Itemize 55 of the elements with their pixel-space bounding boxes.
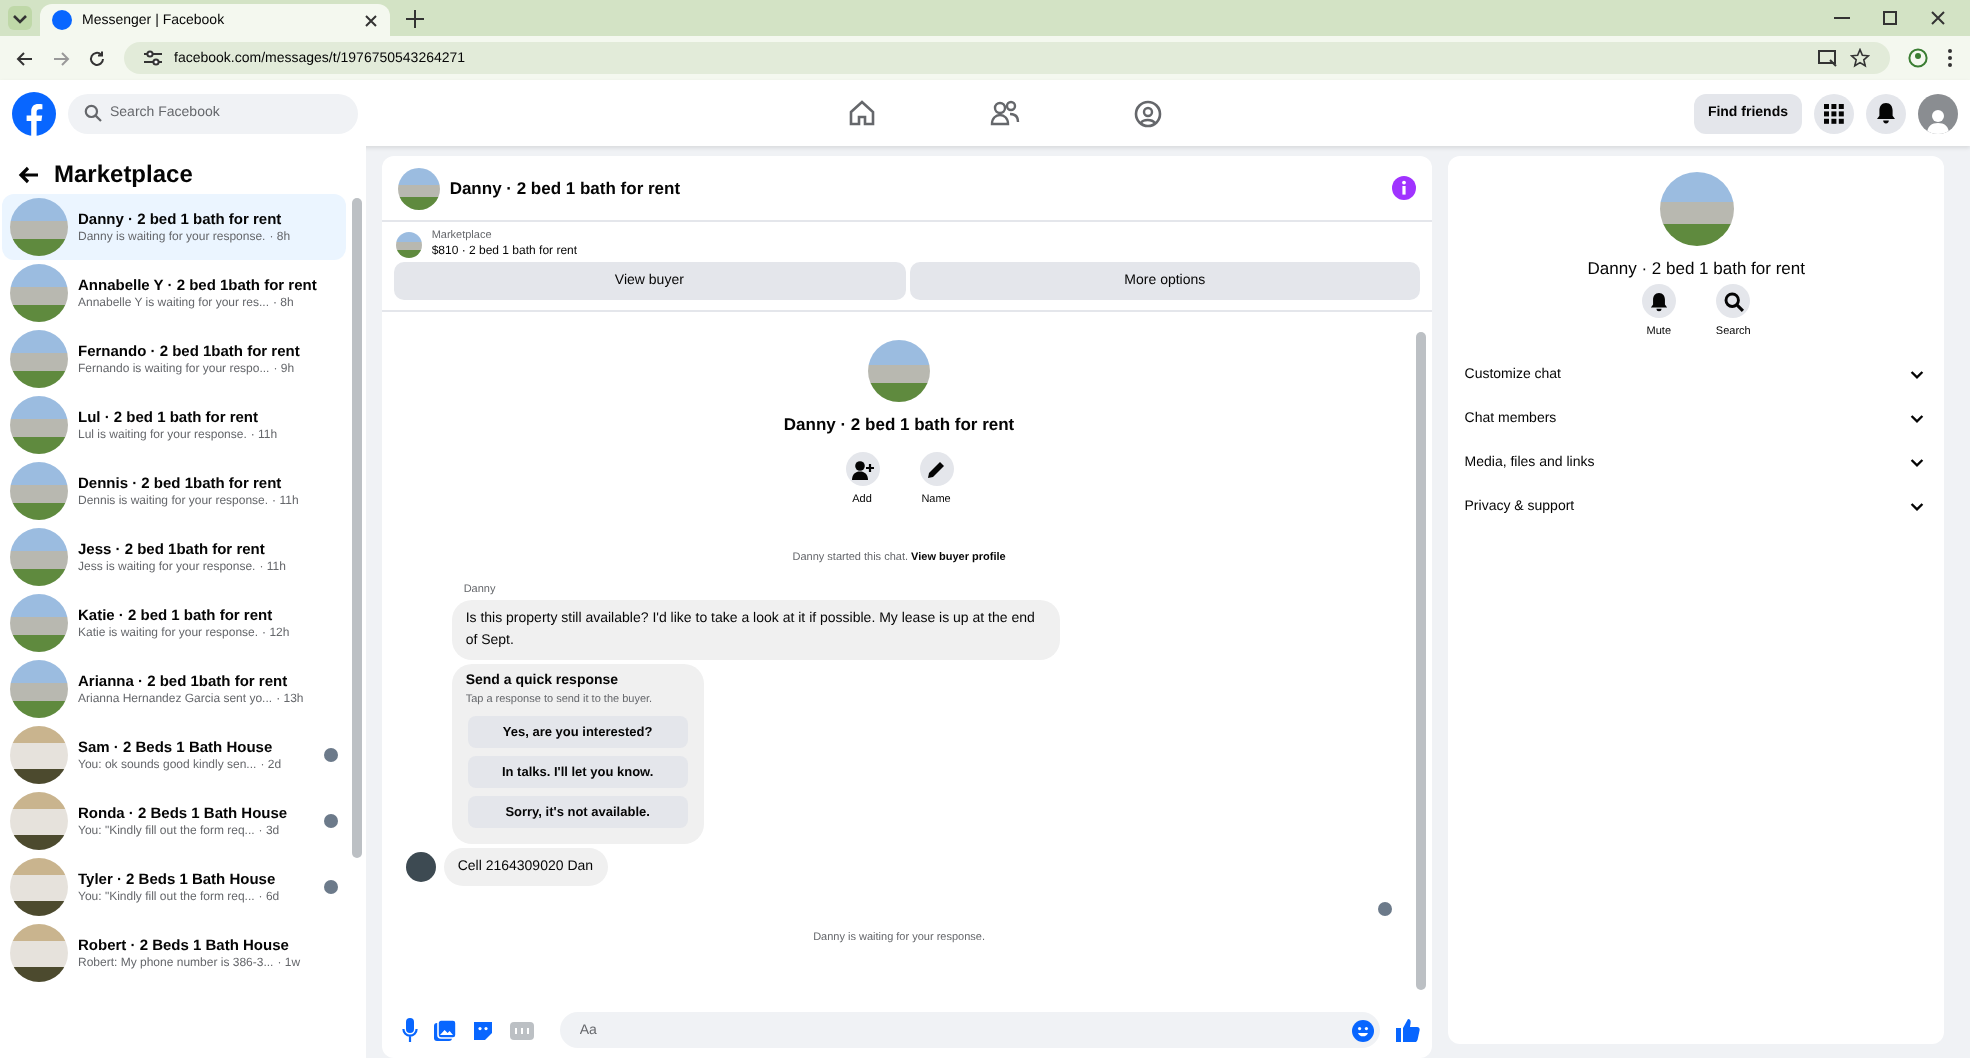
sticker-icon[interactable]: [471, 1019, 494, 1041]
notifications-icon[interactable]: [1641, 284, 1676, 318]
microphone-icon[interactable]: [401, 1018, 418, 1042]
house-photo-placeholder: [868, 340, 931, 402]
house-photo-placeholder: [10, 924, 68, 982]
house-photo-placeholder: [10, 528, 68, 586]
friends-icon[interactable]: [990, 99, 1021, 125]
house-photo-placeholder: [10, 726, 68, 784]
thumbs-up-icon[interactable]: [1396, 1018, 1421, 1042]
house-photo-placeholder: [10, 264, 68, 322]
emoji-icon[interactable]: [1352, 1019, 1375, 1041]
groups-icon[interactable]: [1134, 99, 1163, 127]
chevron-down-icon: [1910, 501, 1924, 511]
house-photo-placeholder: [10, 594, 68, 652]
house-photo-placeholder: [10, 792, 68, 850]
star-icon[interactable]: [1850, 48, 1870, 68]
house-photo-placeholder: [10, 462, 68, 520]
seen-avatar-icon: [1378, 902, 1393, 916]
house-photo-placeholder: [10, 396, 68, 454]
search-icon: [84, 104, 102, 122]
menu-icon[interactable]: [1814, 93, 1854, 133]
forward-icon[interactable]: [52, 49, 70, 67]
house-photo-placeholder: [10, 330, 68, 388]
profile-name: Danny · 2 bed 1 bath for rent: [783, 414, 1015, 434]
pencil-icon[interactable]: [919, 452, 954, 486]
search-icon[interactable]: [1716, 284, 1751, 318]
notifications-icon[interactable]: [1866, 93, 1906, 133]
house-photo-placeholder: [10, 198, 68, 256]
tab-list-icon[interactable]: [8, 6, 32, 30]
house-photo-placeholder: [395, 231, 422, 257]
install-icon[interactable]: [1818, 49, 1838, 67]
profile-icon[interactable]: [1908, 48, 1928, 68]
home-icon[interactable]: [848, 99, 877, 125]
sender-avatar-icon: [405, 852, 436, 882]
account-avatar-icon[interactable]: [1918, 93, 1958, 133]
info-icon[interactable]: [1392, 176, 1417, 200]
more-icon[interactable]: [1946, 48, 1954, 68]
chevron-down-icon: [1910, 457, 1924, 467]
photo-icon[interactable]: [433, 1019, 456, 1041]
add-person-icon[interactable]: [845, 452, 880, 486]
house-photo-placeholder: [1659, 172, 1734, 246]
house-photo-placeholder: [10, 858, 68, 916]
new-tab-icon[interactable]: [406, 10, 424, 28]
house-photo-placeholder: [10, 660, 68, 718]
sidebar-title: Marketplace: [54, 160, 193, 188]
site-settings-icon: [144, 50, 162, 66]
chevron-down-icon: [1910, 413, 1924, 423]
chevron-down-icon: [1910, 369, 1924, 379]
profile-name: Danny · 2 bed 1 bath for rent: [1587, 258, 1805, 278]
back-arrow-icon[interactable]: [18, 165, 38, 183]
reload-icon[interactable]: [88, 49, 106, 67]
chat-title: Danny · 2 bed 1 bath for rent: [449, 178, 681, 198]
back-icon[interactable]: [16, 49, 34, 67]
close-icon[interactable]: [364, 13, 378, 27]
house-photo-placeholder: [397, 167, 440, 209]
